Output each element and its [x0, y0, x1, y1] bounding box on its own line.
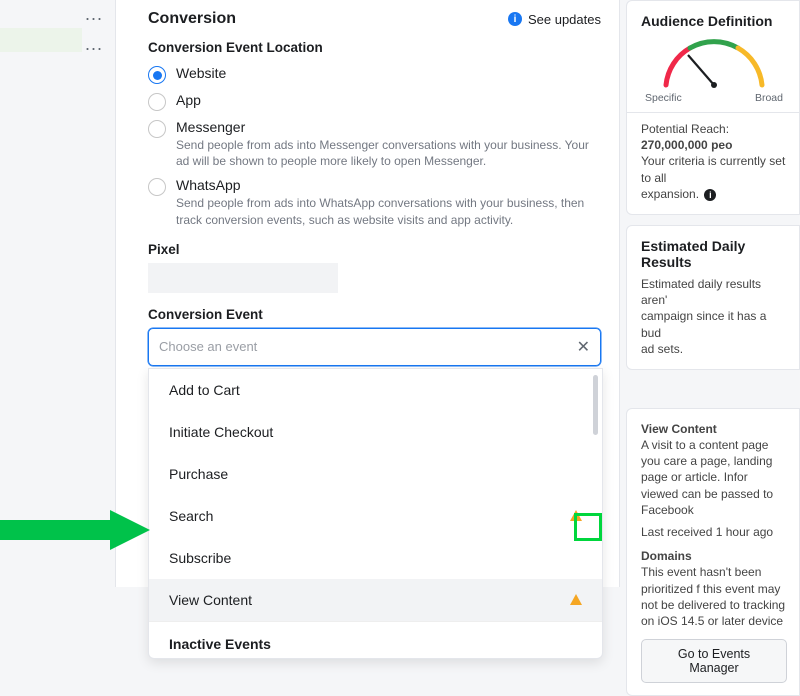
event-label: View Content	[169, 592, 252, 608]
event-label: Subscribe	[169, 550, 231, 566]
event-label: Add to Cart	[169, 382, 240, 398]
radio-app[interactable]	[148, 93, 166, 111]
conversion-location-radios: Website App Messenger Send people from a…	[148, 61, 601, 232]
info-icon[interactable]: i	[704, 189, 716, 201]
scrollbar-thumb[interactable]	[593, 375, 598, 435]
edr-body: ad sets.	[641, 341, 787, 357]
domains-body: This event hasn't been prioritized f thi…	[641, 564, 787, 629]
radio-whatsapp[interactable]	[148, 178, 166, 196]
edr-title: Estimated Daily Results	[641, 238, 787, 270]
conversion-event-location-heading: Conversion Event Location	[148, 40, 601, 55]
event-option-view-content[interactable]: View Content	[149, 579, 602, 621]
conversion-event-placeholder: Choose an event	[159, 339, 257, 354]
gauge-label-specific: Specific	[645, 92, 682, 104]
event-option-add-to-cart[interactable]: Add to Cart	[149, 369, 602, 411]
event-option-search[interactable]: Search	[149, 495, 602, 537]
radio-messenger[interactable]	[148, 120, 166, 138]
warning-icon	[570, 594, 582, 605]
conversion-event-heading: Conversion Event	[148, 307, 601, 322]
audience-definition-title: Audience Definition	[641, 13, 787, 29]
clear-icon[interactable]: ✕	[577, 337, 590, 357]
radio-description: Send people from ads into WhatsApp conve…	[176, 195, 596, 227]
view-content-body: A visit to a content page you care a pag…	[641, 437, 787, 518]
gauge-label-broad: Broad	[755, 92, 783, 104]
event-label: Initiate Checkout	[169, 424, 273, 440]
event-option-purchase[interactable]: Purchase	[149, 453, 602, 495]
see-updates-label: See updates	[528, 12, 601, 27]
selected-row-highlight	[0, 28, 82, 52]
info-icon: i	[508, 12, 522, 26]
warning-icon	[570, 510, 582, 521]
event-detail-card: View Content A visit to a content page y…	[626, 408, 800, 696]
audience-gauge	[654, 35, 774, 90]
conversion-event-dropdown: Add to Cart Initiate Checkout Purchase S…	[148, 368, 603, 659]
radio-website[interactable]	[148, 66, 166, 84]
last-received: Last received 1 hour ago	[641, 524, 787, 540]
estimated-daily-results-card: Estimated Daily Results Estimated daily …	[626, 225, 800, 370]
row-menu-icon[interactable]: ...	[85, 34, 103, 55]
go-events-manager-button[interactable]: Go to Events Manager	[641, 639, 787, 683]
radio-label: Messenger	[176, 119, 596, 135]
event-option-initiate-checkout[interactable]: Initiate Checkout	[149, 411, 602, 453]
radio-label: Website	[176, 65, 226, 81]
domains-title: Domains	[641, 548, 787, 564]
event-label: Purchase	[169, 466, 228, 482]
criteria-text2: expansion. i	[641, 186, 787, 202]
inactive-events-heading: Inactive Events	[149, 621, 602, 658]
radio-label: WhatsApp	[176, 177, 596, 193]
potential-reach-value: 270,000,000 peo	[641, 138, 732, 152]
audience-definition-card: Audience Definition Specific Broad Poten…	[626, 0, 800, 215]
see-updates-link[interactable]: i See updates	[508, 12, 601, 27]
pixel-heading: Pixel	[148, 242, 601, 257]
section-title: Conversion	[148, 10, 236, 28]
potential-reach: Potential Reach: 270,000,000 peo	[641, 121, 787, 153]
edr-body: Estimated daily results aren'	[641, 276, 787, 308]
pixel-selector[interactable]	[148, 263, 338, 293]
criteria-text: Your criteria is currently set to all	[641, 153, 787, 185]
conversion-panel: Conversion i See updates Conversion Even…	[115, 0, 620, 587]
radio-description: Send people from ads into Messenger conv…	[176, 137, 596, 169]
view-content-title: View Content	[641, 421, 787, 437]
edr-body: campaign since it has a bud	[641, 308, 787, 340]
radio-label: App	[176, 92, 201, 108]
row-menu-icon[interactable]: ...	[85, 4, 103, 25]
conversion-event-input[interactable]: Choose an event ✕	[148, 328, 601, 366]
event-option-subscribe[interactable]: Subscribe	[149, 537, 602, 579]
event-label: Search	[169, 508, 213, 524]
